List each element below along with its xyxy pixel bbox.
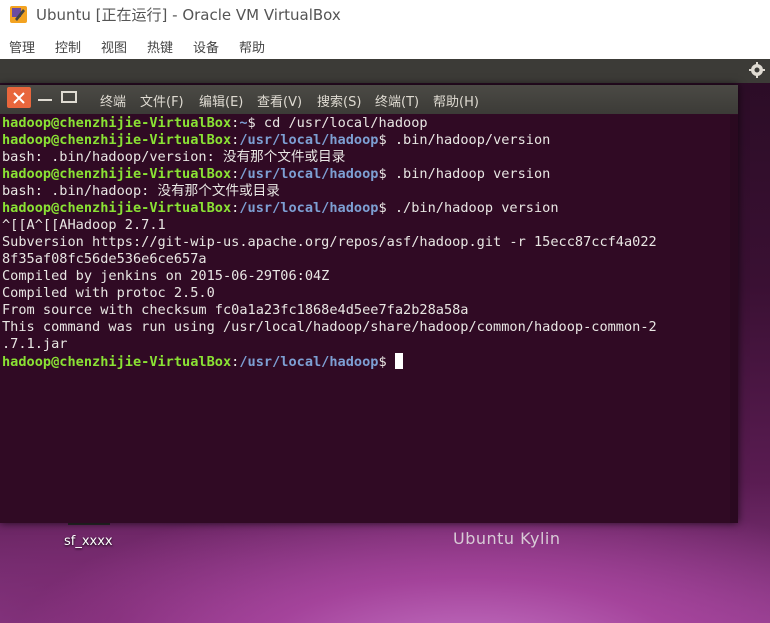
maximize-button[interactable] (61, 91, 77, 103)
command-text: .bin/hadoop/version (394, 132, 551, 148)
minimize-button[interactable] (38, 99, 52, 101)
guest-desktop: sf_xxxx Ubuntu Kylin 终端 文件(F) 编辑(E) 查看(V… (0, 59, 770, 623)
prompt-path: /usr/local/hadoop (239, 132, 379, 148)
output-line: .7.1.jar (2, 336, 68, 352)
window-title: Ubuntu [正在运行] - Oracle VM VirtualBox (36, 6, 341, 24)
terminal-scrollbar[interactable] (730, 115, 738, 523)
command-text: .bin/hadoop version (394, 166, 551, 182)
output-line: bash: .bin/hadoop/version: 没有那个文件或目录 (2, 149, 346, 165)
command-text: cd /usr/local/hadoop (263, 115, 428, 131)
menu-file[interactable]: 文件(F) (140, 91, 184, 110)
prompt-line: hadoop@chenzhijie-VirtualBox:/usr/local/… (2, 132, 551, 148)
virtualbox-icon (10, 6, 27, 23)
menu-edit[interactable]: 编辑(E) (199, 91, 243, 110)
close-icon (13, 91, 25, 104)
ubuntu-kylin-watermark: Ubuntu Kylin (453, 529, 561, 548)
terminal-window[interactable]: 终端 文件(F) 编辑(E) 查看(V) 搜索(S) 终端(T) 帮助(H) h… (0, 85, 738, 523)
menu-search[interactable]: 搜索(S) (317, 91, 361, 110)
output-line: From source with checksum fc0a1a23fc1868… (2, 302, 469, 318)
output-line: This command was run using /usr/local/ha… (2, 319, 657, 335)
prompt-user-host: hadoop@chenzhijie-VirtualBox (2, 132, 232, 148)
output-line: Compiled with protoc 2.5.0 (2, 285, 215, 301)
menu-help[interactable]: 帮助(H) (433, 91, 479, 110)
output-line: bash: .bin/hadoop: 没有那个文件或目录 (2, 183, 280, 199)
prompt-line: hadoop@chenzhijie-VirtualBox:~$ cd /usr/… (2, 115, 428, 131)
output-line: Compiled by jenkins on 2015-06-29T06:04Z (2, 268, 330, 284)
host-menu-bar: 管理 控制 视图 热键 设备 帮助 (0, 30, 770, 59)
output-line: 8f35af08fc56de536e6ce657a (2, 251, 207, 267)
text-cursor (394, 353, 403, 369)
terminal-title: 终端 (100, 95, 127, 110)
guest-top-panel (0, 59, 770, 83)
prompt-user-host: hadoop@chenzhijie-VirtualBox (2, 115, 232, 131)
menu-help[interactable]: 帮助 (239, 37, 265, 56)
prompt-path: /usr/local/hadoop (239, 354, 379, 370)
prompt-path: /usr/local/hadoop (239, 200, 379, 216)
menu-hotkeys[interactable]: 热键 (147, 37, 173, 56)
menu-view[interactable]: 视图 (101, 37, 127, 56)
prompt-user-host: hadoop@chenzhijie-VirtualBox (2, 200, 232, 216)
prompt-path: ~ (239, 115, 248, 131)
prompt-path: /usr/local/hadoop (239, 166, 379, 182)
command-text: ./bin/hadoop version (394, 200, 559, 216)
prompt-user-host: hadoop@chenzhijie-VirtualBox (2, 354, 232, 370)
menu-terminal[interactable]: 终端(T) (375, 91, 419, 110)
host-title-bar: Ubuntu [正在运行] - Oracle VM VirtualBox (0, 0, 770, 30)
output-line: ^[[A^[[AHadoop 2.7.1 (2, 217, 166, 233)
desktop-icon-label[interactable]: sf_xxxx (64, 534, 113, 549)
prompt-line: hadoop@chenzhijie-VirtualBox:/usr/local/… (2, 166, 551, 182)
menu-devices[interactable]: 设备 (193, 37, 219, 56)
menu-control[interactable]: 控制 (55, 37, 81, 56)
prompt-user-host: hadoop@chenzhijie-VirtualBox (2, 166, 232, 182)
settings-gear-icon[interactable] (748, 61, 766, 79)
terminal-output[interactable]: hadoop@chenzhijie-VirtualBox:~$ cd /usr/… (2, 115, 732, 519)
output-line: Subversion https://git-wip-us.apache.org… (2, 234, 657, 250)
terminal-title-bar[interactable]: 终端 文件(F) 编辑(E) 查看(V) 搜索(S) 终端(T) 帮助(H) (0, 85, 738, 114)
prompt-line: hadoop@chenzhijie-VirtualBox:/usr/local/… (2, 353, 732, 370)
menu-view[interactable]: 查看(V) (257, 91, 302, 110)
close-button[interactable] (7, 87, 31, 108)
menu-manage[interactable]: 管理 (9, 37, 35, 56)
prompt-line: hadoop@chenzhijie-VirtualBox:/usr/local/… (2, 200, 559, 216)
